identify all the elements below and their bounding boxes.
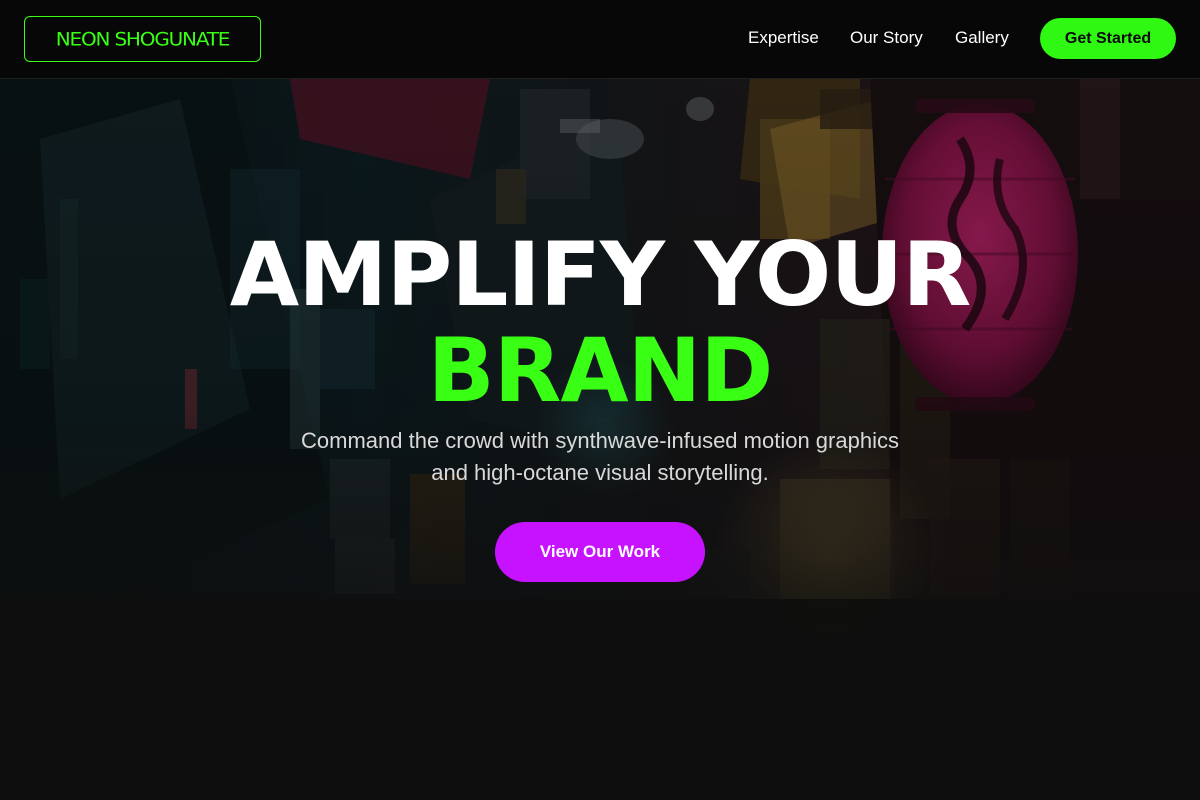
headline-line-2: BRAND <box>427 319 774 422</box>
hero-subtitle: Command the crowd with synthwave-infused… <box>301 428 899 485</box>
get-started-button[interactable]: Get Started <box>1040 18 1176 59</box>
nav-link-our-story[interactable]: Our Story <box>850 28 923 48</box>
view-our-work-button[interactable]: View Our Work <box>495 522 705 582</box>
nav-link-expertise[interactable]: Expertise <box>748 28 819 48</box>
logo-link[interactable]: NEON SHOGUNATE <box>24 16 261 62</box>
headline-line-1: AMPLIFY YOUR <box>229 223 972 326</box>
nav-link-gallery[interactable]: Gallery <box>955 28 1009 48</box>
hero-section: AMPLIFY YOUR BRAND Command the crowd wit… <box>0 79 1200 800</box>
logo-text: NEON SHOGUNATE <box>55 27 231 51</box>
page: NEON SHOGUNATE Expertise Our Story Galle… <box>0 0 1200 800</box>
hero-headline: AMPLIFY YOUR BRAND <box>0 227 1200 419</box>
navbar: NEON SHOGUNATE Expertise Our Story Galle… <box>0 0 1200 79</box>
